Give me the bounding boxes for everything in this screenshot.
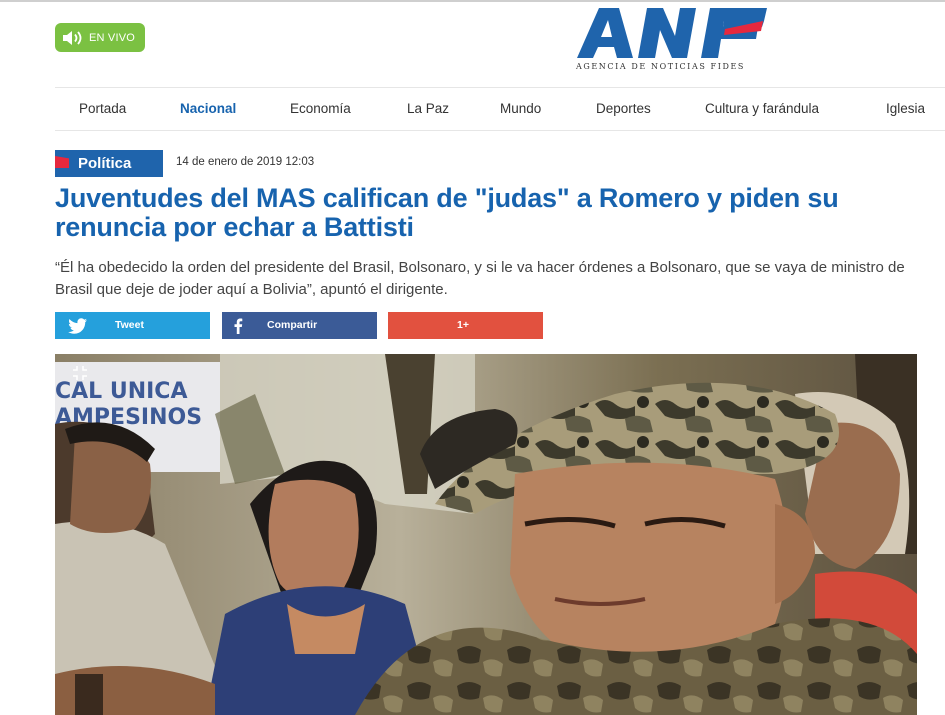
top-border [0, 0, 945, 2]
category-badge[interactable]: Política [55, 150, 163, 177]
facebook-icon [234, 318, 243, 334]
live-button[interactable]: EN VIVO [55, 23, 145, 52]
nav-item-iglesia[interactable]: Iglesia [886, 101, 925, 116]
article-headline: Juventudes del MAS califican de "judas" … [55, 183, 839, 242]
twitter-bird-icon [68, 318, 87, 334]
live-label: EN VIVO [89, 31, 136, 44]
twitter-share-button[interactable]: Tweet [55, 312, 210, 339]
google-plus-label: 1+ [457, 319, 469, 331]
nav-item-la-paz[interactable]: La Paz [407, 101, 449, 116]
expand-icon[interactable] [72, 365, 88, 381]
article-photo[interactable]: CAL UNICA AMPESINOS [55, 354, 917, 715]
nav-item-nacional[interactable]: Nacional [180, 101, 236, 116]
nav-item-portada[interactable]: Portada [79, 101, 126, 116]
article-lead: “Él ha obedecido la orden del presidente… [55, 259, 905, 298]
photo-scene: CAL UNICA AMPESINOS [55, 354, 917, 715]
nav-item-cultura[interactable]: Cultura y farándula [705, 101, 819, 116]
nav-item-mundo[interactable]: Mundo [500, 101, 541, 116]
logo-subtitle: AGENCIA DE NOTICIAS FIDES [576, 62, 745, 71]
facebook-label: Compartir [267, 319, 318, 331]
nav-item-economia[interactable]: Economía [290, 101, 351, 116]
sign-line-1: CAL UNICA [55, 379, 187, 404]
twitter-label: Tweet [115, 319, 144, 331]
article-date: 14 de enero de 2019 12:03 [176, 156, 315, 168]
main-nav: Portada Nacional Economía La Paz Mundo D… [55, 87, 945, 131]
facebook-share-button[interactable]: Compartir [222, 312, 377, 339]
category-label: Política [78, 155, 132, 172]
speaker-icon [63, 30, 82, 45]
nav-item-deportes[interactable]: Deportes [596, 101, 651, 116]
badge-flag-icon [55, 156, 69, 168]
google-plus-share-button[interactable]: 1+ [388, 312, 543, 339]
